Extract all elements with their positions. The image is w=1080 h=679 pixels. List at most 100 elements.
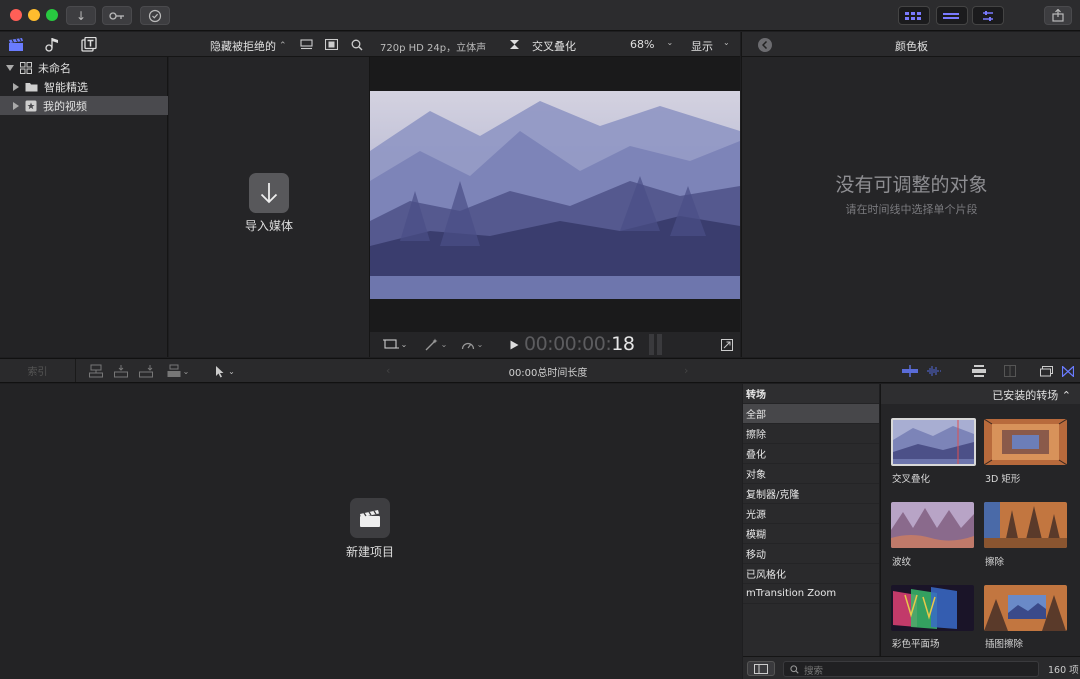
chevron-down-icon: ⌄ [666, 38, 674, 47]
timecode-frames: 18 [611, 333, 635, 355]
toggle-sidebar-button[interactable] [747, 661, 775, 676]
show-browser-button[interactable] [898, 6, 930, 25]
keywords-button[interactable] [102, 6, 132, 25]
category-label: 对象 [746, 470, 766, 481]
new-project-button[interactable] [350, 498, 390, 538]
close-window-button[interactable] [10, 9, 22, 21]
format-label: 720p HD 24p，立体声 [380, 43, 487, 54]
clip-appearance-button[interactable] [298, 37, 314, 52]
history-back-icon[interactable]: ‹ [386, 364, 390, 377]
connect-clip-button[interactable] [88, 363, 104, 379]
solo-button[interactable] [970, 364, 988, 378]
event-star-icon [25, 100, 37, 111]
zoom-window-button[interactable] [46, 9, 58, 21]
zoom-popup[interactable]: 68% ⌄ [630, 38, 673, 51]
category-label: 复制器/克隆 [746, 490, 800, 501]
disclosure-collapsed-icon [13, 82, 19, 91]
installed-label: 已安装的转场 [992, 389, 1059, 402]
transition-label: 波纹 [892, 557, 912, 568]
transition-thumb-ripple[interactable] [891, 502, 974, 548]
category-stylized[interactable]: 已风格化 [743, 564, 879, 584]
transition-thumb-cross-dissolve[interactable] [891, 418, 976, 466]
download-arrow-icon [260, 183, 278, 204]
play-button[interactable] [508, 337, 520, 352]
empty-title: 没有可调整的对象 [835, 174, 988, 196]
timeline-area[interactable]: 新建项目 [0, 384, 742, 679]
audio-skimming-button[interactable] [925, 364, 943, 378]
skimming-button[interactable] [901, 364, 919, 378]
library-item-smart-collections[interactable]: 智能精选 [0, 77, 168, 96]
timecode-display[interactable]: 00:00:00:18 [524, 333, 635, 355]
index-button[interactable]: 索引 [0, 359, 76, 382]
audio-meter-right [657, 334, 662, 355]
transform-popup[interactable]: ⌄ [380, 337, 410, 352]
photos-audio-tab[interactable] [43, 36, 61, 53]
search-button[interactable] [349, 37, 365, 52]
snapping-button[interactable] [1002, 364, 1018, 378]
view-popup[interactable]: 显示 ⌄ [691, 38, 730, 54]
transition-label: 擦除 [985, 557, 1005, 568]
new-project-label: 新建项目 [345, 545, 394, 559]
solo-icon [972, 365, 986, 377]
import-media-button[interactable] [249, 173, 289, 213]
filter-label: 隐藏被拒绝的 [210, 40, 276, 53]
transitions-footer: 搜索 160 项 [743, 656, 1080, 679]
updown-chevron-icon: ⌃ [279, 41, 287, 51]
sidebar-toggle-icon [754, 663, 768, 674]
title-bar: ↓ [0, 0, 1080, 31]
category-replicator[interactable]: 复制器/克隆 [743, 484, 879, 504]
fullscreen-button[interactable] [720, 337, 734, 352]
show-timeline-button[interactable] [936, 6, 968, 25]
import-button[interactable]: ↓ [66, 6, 96, 25]
category-lights[interactable]: 光源 [743, 504, 879, 524]
tool-select-popup[interactable]: ⌄ [212, 363, 238, 379]
category-label: 光源 [746, 510, 766, 521]
filter-popup[interactable]: 隐藏被拒绝的 ⌃ [210, 38, 287, 54]
category-all[interactable]: 全部 [743, 404, 879, 424]
checkmark-circle-icon [148, 9, 162, 22]
share-button[interactable] [1044, 6, 1072, 25]
overwrite-clip-popup[interactable]: ⌄ [164, 363, 192, 379]
transition-thumb-color-planes[interactable] [891, 585, 974, 631]
ripple-preview [891, 502, 974, 548]
background-tasks-button[interactable] [140, 6, 170, 25]
transition-thumb-3d-rectangle[interactable] [984, 419, 1067, 465]
library-item-my-videos[interactable]: 我的视频 [0, 96, 168, 115]
snapping-icon [1004, 365, 1016, 377]
3d-rectangle-preview [984, 419, 1067, 465]
title-t-icon [81, 37, 97, 52]
transition-label: 3D 矩形 [985, 474, 1021, 485]
share-icon [1052, 9, 1064, 22]
inspector-header: 颜色板 [741, 32, 1080, 57]
insert-clip-button[interactable] [113, 363, 129, 379]
category-objects[interactable]: 对象 [743, 464, 879, 484]
arrow-cursor-icon [216, 365, 224, 377]
category-blurs[interactable]: 模糊 [743, 524, 879, 544]
filmstrip-view-button[interactable] [323, 37, 339, 52]
import-media-label: 导入媒体 [244, 219, 293, 233]
category-mtransition-zoom[interactable]: mTransition Zoom [743, 584, 879, 604]
titles-generators-tab[interactable] [80, 36, 98, 53]
retime-popup[interactable]: ⌄ [458, 337, 486, 352]
libraries-tab[interactable] [7, 36, 25, 53]
category-label: 移动 [746, 550, 766, 561]
transition-thumb-wipe[interactable] [984, 502, 1067, 548]
viewer-header: 720p HD 24p，立体声 交叉叠化 68% ⌄ 显示 ⌄ [370, 32, 740, 57]
filmstrip-icon [324, 39, 338, 50]
library-item-unnamed[interactable]: 未命名 [0, 58, 168, 77]
installed-popup[interactable]: 已安装的转场 ⌃ [881, 384, 1080, 404]
history-forward-icon[interactable]: › [684, 364, 688, 377]
viewer-canvas[interactable] [370, 57, 740, 332]
bowtie-transition-icon [1062, 365, 1074, 377]
minimize-window-button[interactable] [28, 9, 40, 21]
search-field[interactable]: 搜索 [783, 661, 1039, 677]
category-wipes[interactable]: 擦除 [743, 424, 879, 444]
show-inspector-button[interactable] [972, 6, 1004, 25]
category-dissolves[interactable]: 叠化 [743, 444, 879, 464]
effects-browser-button[interactable] [1060, 364, 1076, 378]
clip-appearance-timeline-button[interactable] [1038, 364, 1054, 378]
transition-thumb-inset-wipe[interactable] [984, 585, 1067, 631]
append-clip-button[interactable] [138, 363, 154, 379]
enhancements-popup[interactable]: ⌄ [422, 337, 450, 352]
category-movements[interactable]: 移动 [743, 544, 879, 564]
